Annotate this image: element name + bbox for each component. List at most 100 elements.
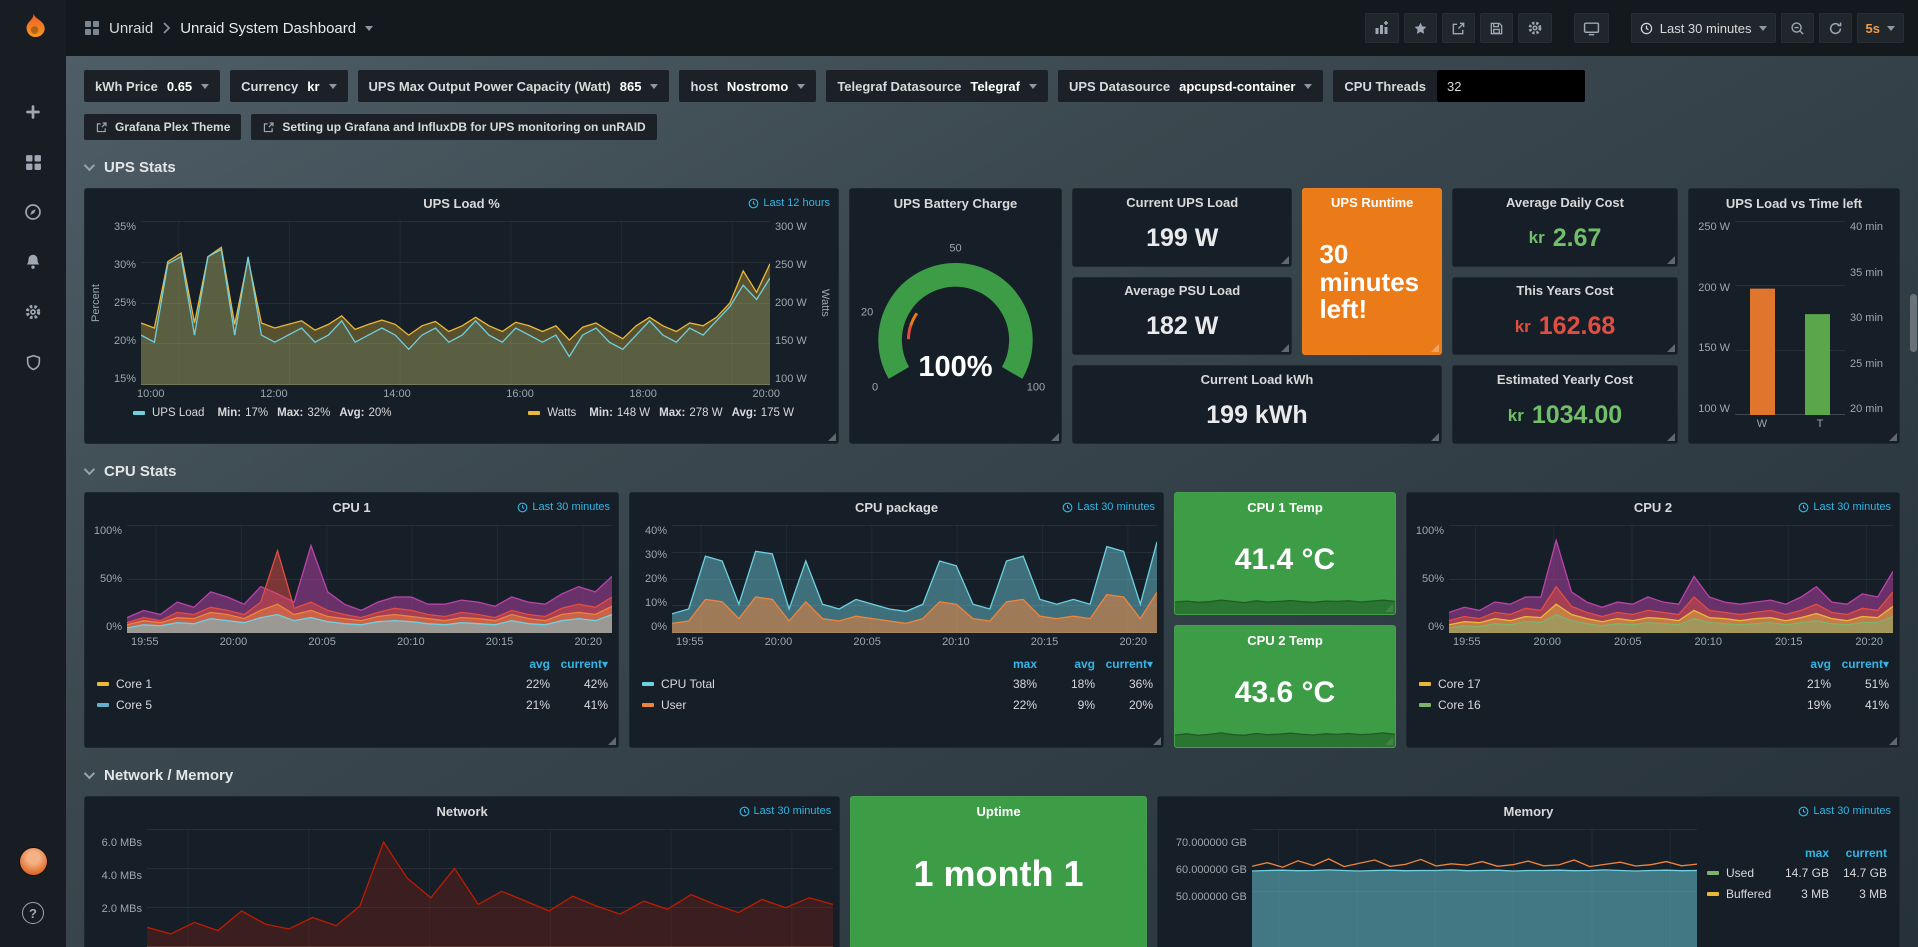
refresh-button[interactable] (1819, 13, 1852, 43)
legend-swatch[interactable] (97, 682, 109, 686)
panel-title[interactable]: UPS Load vs Time left (1726, 196, 1862, 211)
legend-series-name[interactable]: Buffered (1726, 887, 1771, 901)
user-avatar[interactable] (12, 841, 54, 881)
ups-load-chart[interactable] (141, 221, 770, 385)
panel-title[interactable]: Estimated Yearly Cost (1497, 372, 1633, 387)
legend-sort-header[interactable]: current (1829, 846, 1887, 860)
legend-swatch[interactable] (1707, 871, 1719, 875)
dashboard-link-ups-guide[interactable]: Setting up Grafana and InfluxDB for UPS … (251, 114, 656, 140)
panel-title[interactable]: Average Daily Cost (1506, 195, 1624, 210)
legend-sort-header[interactable]: avg (492, 657, 550, 671)
panel-time-range[interactable]: Last 30 minutes (1062, 501, 1155, 513)
caret-down-icon[interactable] (365, 26, 373, 31)
panel-resize-handle[interactable] (828, 433, 836, 441)
battery-gauge[interactable]: 05010020100% (850, 217, 1061, 441)
grafana-logo-icon[interactable] (0, 0, 66, 56)
sidebar-explore-button[interactable] (12, 192, 54, 232)
panel-resize-handle[interactable] (1431, 433, 1439, 441)
cpu-threads-input[interactable] (1437, 70, 1585, 102)
panel-resize-handle[interactable] (1889, 737, 1897, 745)
breadcrumb-dashboard[interactable]: Unraid System Dashboard (180, 20, 356, 37)
legend-sort-header[interactable]: max (979, 657, 1037, 671)
panel-resize-handle[interactable] (1051, 433, 1059, 441)
panel-title[interactable]: This Years Cost (1516, 283, 1613, 298)
time-range-picker[interactable]: Last 30 minutes (1631, 13, 1776, 43)
legend-swatch[interactable] (1419, 703, 1431, 707)
legend-series-name[interactable]: Core 5 (116, 698, 492, 712)
panel-title[interactable]: UPS Battery Charge (894, 196, 1018, 211)
legend-series-name[interactable]: CPU Total (661, 677, 979, 691)
panel-title[interactable]: Memory (1504, 804, 1554, 819)
panel-resize-handle[interactable] (1889, 433, 1897, 441)
variable-currency[interactable]: Currency kr (230, 70, 347, 102)
legend-sort-header[interactable]: current▾ (550, 657, 608, 671)
panel-title[interactable]: CPU 1 Temp (1247, 500, 1323, 515)
legend-series-name[interactable]: Core 1 (116, 677, 492, 691)
sidebar-create-button[interactable] (12, 92, 54, 132)
sidebar-configuration-button[interactable] (12, 292, 54, 332)
legend-item[interactable]: WattsMin:148 WMax:278 WAvg:175 W (528, 407, 794, 419)
panel-title[interactable]: CPU 2 (1634, 500, 1672, 515)
panel-resize-handle[interactable] (1667, 344, 1675, 352)
panel-title[interactable]: Current Load kWh (1201, 372, 1314, 387)
legend-sort-header[interactable]: avg (1037, 657, 1095, 671)
sidebar-help-button[interactable]: ? (12, 893, 54, 933)
breadcrumb-folder[interactable]: Unraid (109, 20, 153, 37)
variable-ups-datasource[interactable]: UPS Datasource apcupsd-container (1058, 70, 1323, 102)
legend-swatch[interactable] (642, 703, 654, 707)
cpu1-chart[interactable] (127, 525, 612, 633)
panel-title[interactable]: CPU 1 (332, 500, 370, 515)
variable-value[interactable]: kr (307, 79, 319, 94)
sidebar-alerting-button[interactable] (12, 242, 54, 282)
refresh-interval-picker[interactable]: 5s (1857, 13, 1904, 43)
scrollbar-thumb[interactable] (1910, 294, 1917, 352)
variable-value[interactable]: Telegraf (970, 79, 1020, 94)
panel-title[interactable]: UPS Runtime (1331, 195, 1413, 210)
legend-item[interactable]: UPS LoadMin:17%Max:32%Avg:20% (133, 407, 392, 419)
panel-resize-handle[interactable] (1431, 344, 1439, 352)
legend-series-name[interactable]: User (661, 698, 979, 712)
cpu2-chart[interactable] (1449, 525, 1893, 633)
variable-value[interactable]: 865 (620, 79, 642, 94)
legend-swatch[interactable] (642, 682, 654, 686)
memory-chart[interactable] (1252, 829, 1697, 947)
tv-mode-button[interactable] (1574, 13, 1609, 43)
panel-title[interactable]: Network (436, 804, 487, 819)
panel-time-range[interactable]: Last 30 minutes (1798, 805, 1891, 817)
section-ups-stats[interactable]: UPS Stats (84, 154, 1900, 180)
legend-swatch[interactable] (97, 703, 109, 707)
section-network-memory[interactable]: Network / Memory (84, 762, 1900, 788)
sidebar-dashboards-button[interactable] (12, 142, 54, 182)
legend-swatch[interactable] (1419, 682, 1431, 686)
panel-time-range[interactable]: Last 30 minutes (1798, 501, 1891, 513)
variable-value[interactable]: 0.65 (167, 79, 192, 94)
section-cpu-stats[interactable]: CPU Stats (84, 458, 1900, 484)
sidebar-server-admin-button[interactable] (12, 342, 54, 382)
panel-title[interactable]: Current UPS Load (1126, 195, 1238, 210)
variable-value[interactable]: Nostromo (727, 79, 788, 94)
panel-resize-handle[interactable] (608, 737, 616, 745)
network-chart[interactable] (147, 829, 833, 947)
panel-title[interactable]: UPS Load % (423, 196, 500, 211)
legend-sort-header[interactable]: current▾ (1095, 657, 1153, 671)
save-button[interactable] (1480, 13, 1513, 43)
panel-resize-handle[interactable] (1281, 344, 1289, 352)
variable-kwh-price[interactable]: kWh Price 0.65 (84, 70, 220, 102)
panel-resize-handle[interactable] (1153, 737, 1161, 745)
panel-resize-handle[interactable] (1667, 256, 1675, 264)
add-panel-button[interactable] (1365, 13, 1399, 43)
panel-time-range[interactable]: Last 30 minutes (517, 501, 610, 513)
legend-series-name[interactable]: Core 17 (1438, 677, 1773, 691)
ups-vs-time-chart[interactable] (1735, 221, 1845, 415)
panel-resize-handle[interactable] (1667, 433, 1675, 441)
page-scrollbar[interactable] (1910, 56, 1917, 947)
variable-value[interactable]: apcupsd-container (1179, 79, 1295, 94)
star-button[interactable] (1404, 13, 1437, 43)
panel-title[interactable]: Average PSU Load (1124, 283, 1240, 298)
cpu-package-chart[interactable] (672, 525, 1157, 633)
panel-resize-handle[interactable] (1281, 256, 1289, 264)
panel-title[interactable]: CPU package (855, 500, 938, 515)
zoom-out-button[interactable] (1781, 13, 1814, 43)
legend-sort-header[interactable]: avg (1773, 657, 1831, 671)
dashboard-settings-button[interactable] (1518, 13, 1552, 43)
